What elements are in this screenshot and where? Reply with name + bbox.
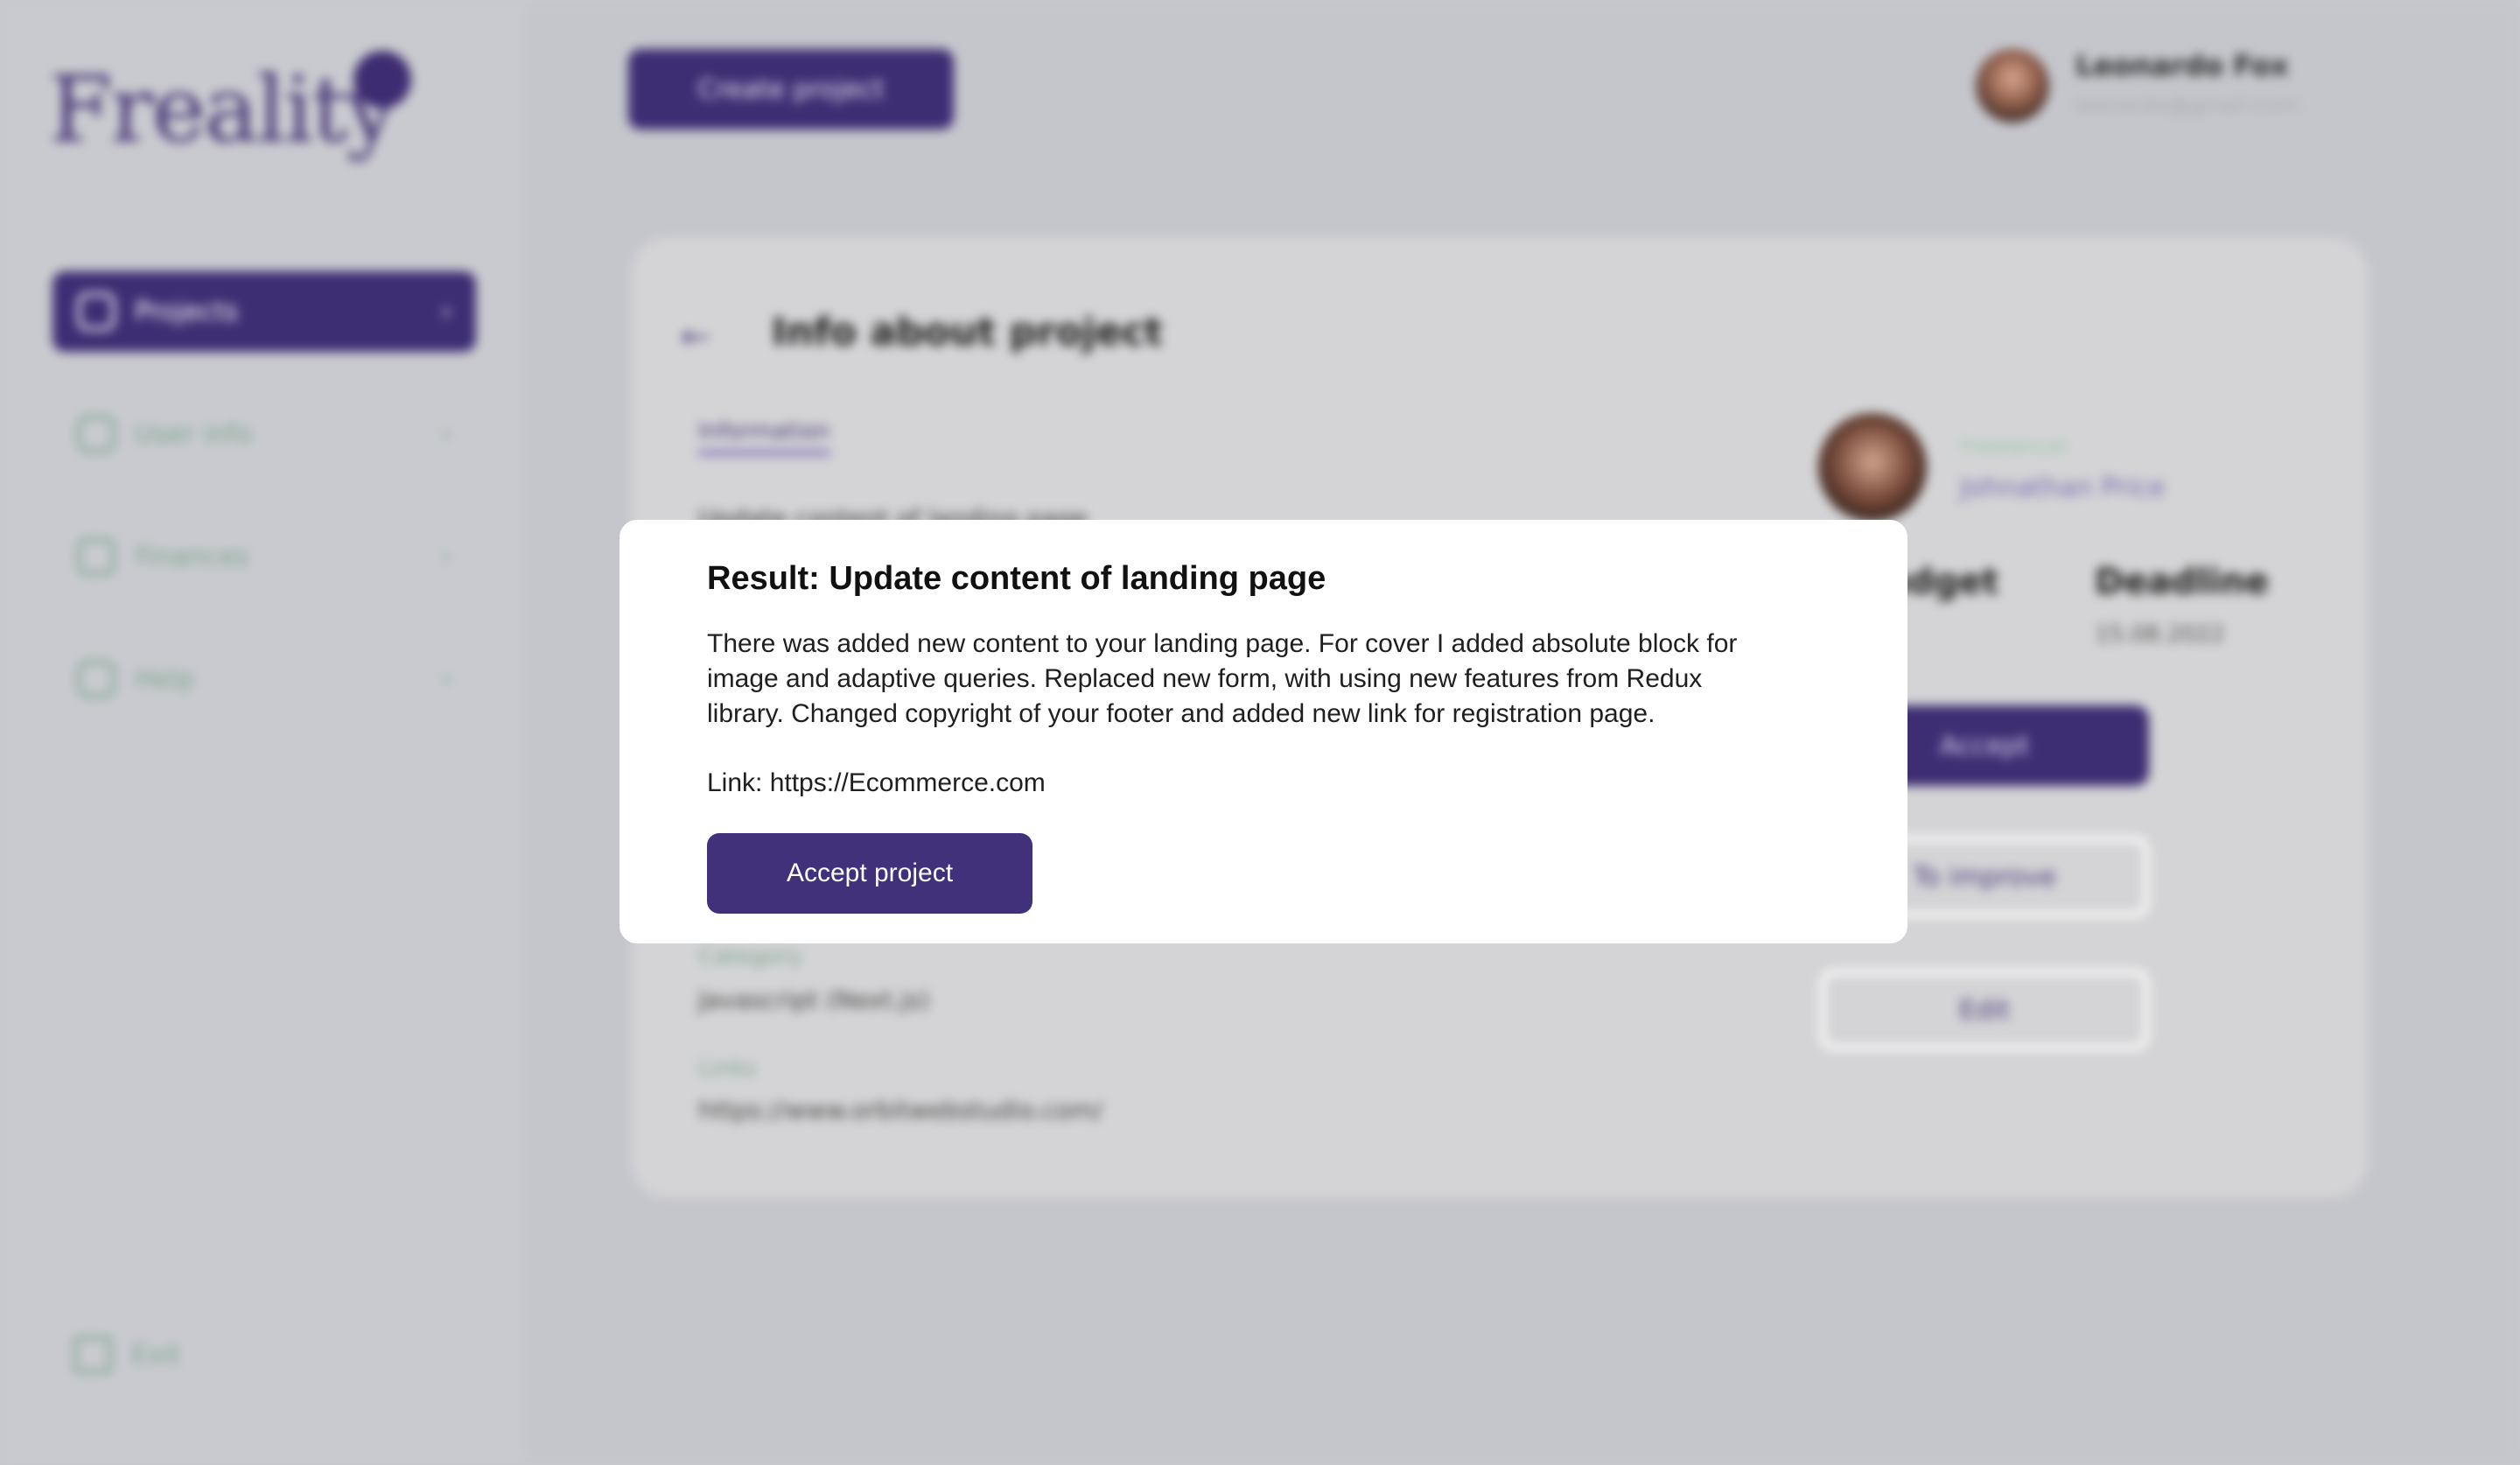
exit-icon — [74, 1335, 112, 1374]
chevron-right-icon: › — [441, 663, 452, 695]
back-arrow-icon[interactable]: ← — [681, 317, 710, 357]
chevron-right-icon: › — [441, 296, 452, 327]
user-email: leonardo@gmail.com — [2076, 93, 2299, 117]
sidebar-item-projects[interactable]: Projects › — [52, 271, 476, 352]
user-icon — [77, 415, 116, 453]
category-label: Category — [698, 943, 802, 970]
exit-label: Exit — [131, 1339, 181, 1370]
chevron-right-icon: › — [441, 418, 452, 450]
sidebar-item-label: Projects — [135, 296, 239, 327]
links-label: Links — [698, 1055, 757, 1082]
sidebar-item-label: Finances — [135, 541, 249, 572]
sidebar: Freality Projects › User info › Finances… — [4, 4, 525, 1461]
help-icon — [77, 660, 116, 698]
modal-title: Result: Update content of landing page — [707, 560, 1326, 597]
tab-information[interactable]: Information — [698, 418, 830, 456]
user-name: Leonardo Fox — [2076, 49, 2289, 82]
modal-description: There was added new content to your land… — [707, 629, 1738, 728]
sidebar-item-help[interactable]: Help › — [52, 639, 476, 719]
freelancer-label: Freelancer — [1960, 434, 2070, 459]
edit-button[interactable]: Edit — [1820, 970, 2149, 1050]
deadline-label: Deadline — [2095, 562, 2269, 602]
freelancer-avatar — [1818, 413, 1927, 522]
sidebar-item-finances[interactable]: Finances › — [52, 516, 476, 597]
modal-link: Link: https://Ecommerce.com — [707, 768, 1046, 797]
projects-icon — [77, 292, 116, 331]
freelancer-name[interactable]: Johnathan Price — [1960, 473, 2166, 503]
sidebar-item-user-info[interactable]: User info › — [52, 394, 476, 474]
deadline-value: 15.08.2022 — [2095, 621, 2225, 648]
create-project-button[interactable]: Create project — [628, 49, 954, 130]
links-value[interactable]: https://www.orbitwebstudio.com/ — [698, 1096, 1102, 1125]
sidebar-item-label: Help — [135, 663, 195, 695]
chevron-right-icon: › — [441, 541, 452, 572]
category-value: Javascript (Next.js) — [698, 985, 930, 1014]
exit-button[interactable]: Exit — [74, 1335, 181, 1374]
accept-project-button[interactable]: Accept project — [707, 833, 1032, 914]
logo: Freality — [49, 56, 397, 163]
logo-badge — [354, 51, 411, 109]
sidebar-item-label: User info — [135, 418, 253, 450]
wallet-icon — [77, 537, 116, 576]
avatar[interactable] — [1976, 49, 2049, 123]
page-title: Info about project — [772, 310, 1163, 354]
result-modal: Result: Update content of landing page T… — [620, 520, 1908, 943]
